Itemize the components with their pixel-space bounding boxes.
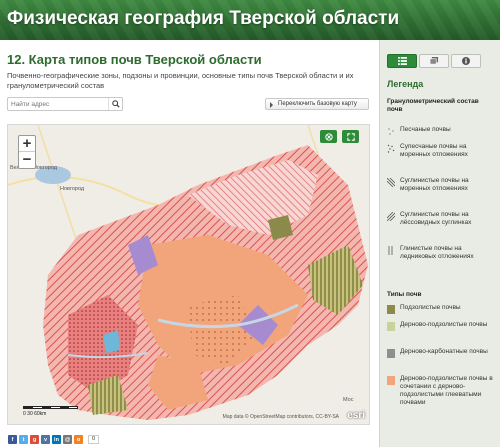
search-icon xyxy=(111,100,120,108)
legend-label: Суглинистые почвы на лёссовидных суглинк… xyxy=(400,211,472,226)
legend-label: Дерново-подзолистые почвы в сочетании с … xyxy=(400,375,493,406)
switch-basemap-button[interactable]: Переключить базовую карту xyxy=(265,98,369,110)
address-search xyxy=(7,97,123,111)
fullscreen-icon xyxy=(346,132,355,141)
tab-legend[interactable] xyxy=(387,54,417,68)
zoom-in-button[interactable]: + xyxy=(19,136,35,152)
sod-podzolic-gley-color-swatch xyxy=(387,376,395,385)
legend-sidebar: Легенда Гранулометрический состав почв П… xyxy=(381,40,500,447)
soil-map[interactable]: Великий Новгород Новгород Мос + − 0 30 6… xyxy=(7,124,370,425)
sod-podzolic-color-swatch xyxy=(387,322,395,331)
fullscreen-button[interactable] xyxy=(342,130,359,143)
legend-label: Глинистые почвы на ледниковых отложениях xyxy=(400,245,474,260)
email-share-icon[interactable]: @ xyxy=(63,435,72,444)
loam-loess-pattern-swatch xyxy=(387,212,395,221)
search-button[interactable] xyxy=(108,98,122,110)
info-icon xyxy=(462,57,470,65)
layers-icon xyxy=(429,57,438,65)
map-canvas xyxy=(8,125,369,424)
twitter-share-icon[interactable]: t xyxy=(19,435,28,444)
clay-pattern-swatch xyxy=(388,246,393,255)
tab-layers[interactable] xyxy=(419,54,449,68)
legend-label: Подзолистые почвы xyxy=(400,304,461,311)
tab-info[interactable] xyxy=(451,54,481,68)
sod-carbonate-color-swatch xyxy=(387,349,395,358)
esri-logo: esri xyxy=(347,410,365,421)
zoom-control: + − xyxy=(18,135,36,169)
sidebar-tabs xyxy=(387,54,481,68)
switch-basemap-label: Переключить базовую карту xyxy=(278,101,357,107)
map-attribution: Map data © OpenStreetMap contributors, C… xyxy=(222,414,339,420)
legend-label: Дерново-подзолистые почвы xyxy=(400,321,488,328)
legend-label: Суглинистые почвы на моренных отложениях xyxy=(400,177,469,192)
search-input[interactable] xyxy=(8,98,108,110)
sandy-loam-pattern-swatch xyxy=(387,144,395,153)
page-subtitle: Почвенно-географические зоны, подзоны и … xyxy=(7,71,354,90)
site-header: Физическая география Тверской области xyxy=(0,0,500,40)
city-label: Новгород xyxy=(60,186,85,192)
list-icon xyxy=(397,57,407,65)
sandy-pattern-swatch xyxy=(388,128,394,135)
close-map-button[interactable] xyxy=(320,130,337,143)
ok-share-icon[interactable]: o xyxy=(74,435,83,444)
city-label: Мос xyxy=(343,397,354,403)
close-icon xyxy=(324,132,333,141)
podzolic-color-swatch xyxy=(387,305,395,314)
facebook-share-icon[interactable]: f xyxy=(8,435,17,444)
zoom-out-button[interactable]: − xyxy=(19,152,35,168)
scale-bar: 0 30 60km xyxy=(23,406,93,420)
scale-bar-graphic xyxy=(23,406,78,409)
legend-section-heading: Типы почв xyxy=(387,291,422,298)
legend-label: Дерново-карбонатные почвы xyxy=(400,348,488,355)
share-count: 0 xyxy=(88,435,100,444)
legend-label: Песчаные почвы xyxy=(400,126,451,133)
google-share-icon[interactable]: g xyxy=(30,435,39,444)
linkedin-share-icon[interactable]: in xyxy=(52,435,61,444)
vk-share-icon[interactable]: v xyxy=(41,435,50,444)
legend-label: Супесчаные почвы на моренных отложениях xyxy=(400,143,468,158)
scale-bar-labels: 0 30 60km xyxy=(23,411,47,417)
legend-title: Легенда xyxy=(387,79,424,89)
site-title: Физическая география Тверской области xyxy=(7,8,400,29)
legend-section-heading: Гранулометрический состав почв xyxy=(387,98,479,113)
share-bar: f t g v in @ o 0 xyxy=(8,435,100,444)
loam-moraine-pattern-swatch xyxy=(387,178,395,187)
play-icon xyxy=(270,102,273,108)
page-title: 12. Карта типов почв Тверской области xyxy=(7,52,262,67)
main-content: 12. Карта типов почв Тверской области По… xyxy=(0,40,380,447)
